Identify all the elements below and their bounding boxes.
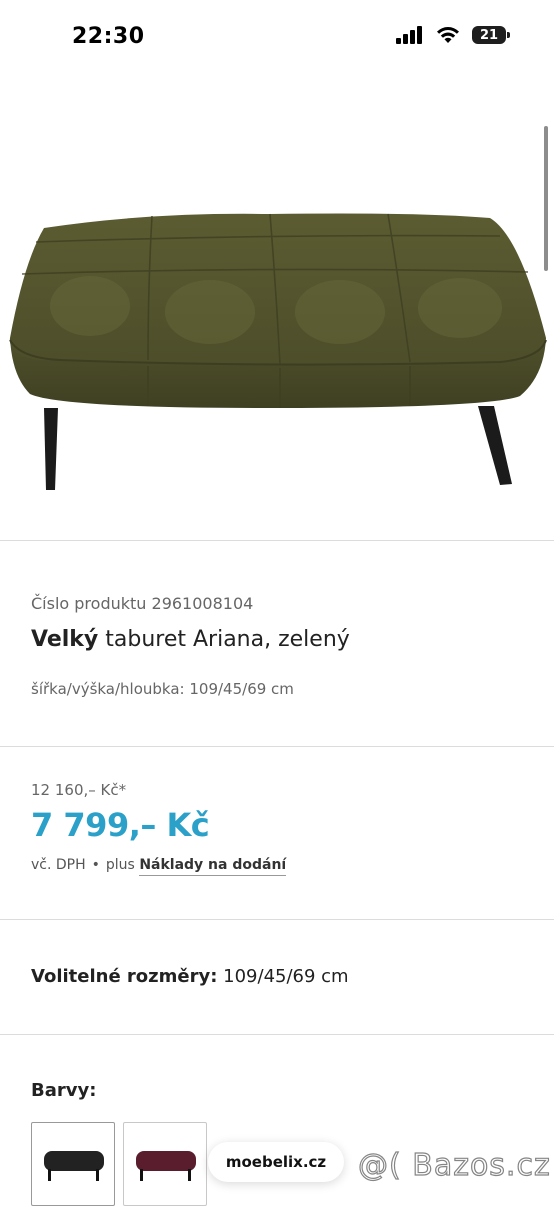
scrollbar[interactable] xyxy=(544,126,548,271)
color-swatch-burgundy[interactable] xyxy=(123,1122,207,1206)
size-option-row[interactable]: Volitelné rozměry: 109/45/69 cm xyxy=(31,966,349,987)
shipping-costs-link[interactable]: Náklady na dodání xyxy=(139,857,287,876)
plus-text: plus xyxy=(105,857,135,873)
divider xyxy=(0,1034,554,1035)
colors-label: Barvy: xyxy=(31,1080,97,1101)
battery-icon: 21 xyxy=(472,26,510,44)
divider xyxy=(0,540,554,541)
separator-dot: • xyxy=(91,857,100,873)
wifi-icon xyxy=(437,27,459,43)
color-swatch-black[interactable] xyxy=(31,1122,115,1206)
product-image[interactable] xyxy=(0,76,554,538)
size-value: 109/45/69 cm xyxy=(217,966,349,987)
burgundy-ottoman-thumbnail xyxy=(136,1151,196,1181)
ottoman-leg xyxy=(478,406,512,485)
ottoman-leg xyxy=(44,408,58,490)
divider xyxy=(0,919,554,920)
sale-price: 7 799,– Kč xyxy=(31,806,210,844)
black-ottoman-thumbnail xyxy=(44,1151,104,1181)
battery-level: 21 xyxy=(479,27,499,43)
product-title-rest: taburet Ariana, zelený xyxy=(98,627,350,652)
signal-icon xyxy=(396,26,422,44)
product-title-bold: Velký xyxy=(31,627,99,652)
divider xyxy=(0,746,554,747)
product-number: Číslo produktu 2961008104 xyxy=(31,594,254,613)
old-price: 12 160,– Kč* xyxy=(31,781,127,799)
product-dimensions: šířka/výška/hloubka: 109/45/69 cm xyxy=(31,680,294,698)
product-title: Velký taburet Ariana, zelený xyxy=(31,627,350,652)
size-label: Volitelné rozměry: xyxy=(31,966,218,987)
status-bar: 22:30 21 xyxy=(0,0,554,76)
vat-line: vč. DPH • plus Náklady na dodání xyxy=(31,857,287,876)
bazos-watermark: @( Bazos.cz xyxy=(357,1147,551,1183)
vat-text: vč. DPH xyxy=(31,857,86,873)
browser-url-bar[interactable]: moebelix.cz xyxy=(208,1142,344,1182)
status-icons: 21 xyxy=(396,26,510,44)
clock: 22:30 xyxy=(72,24,145,49)
